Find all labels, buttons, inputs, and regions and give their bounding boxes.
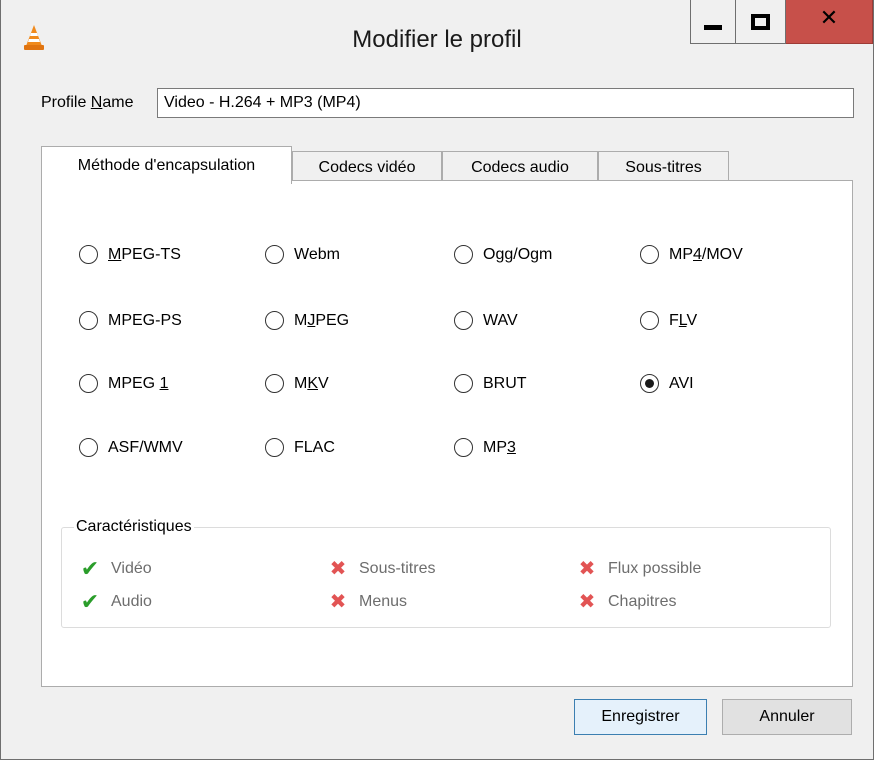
radio-webm[interactable]: Webm xyxy=(265,245,340,264)
feature-label: Vidéo xyxy=(111,560,152,577)
radio-label-text: M xyxy=(294,374,308,392)
radio-label-mnemonic: 4 xyxy=(693,245,702,263)
radio-label: MJPEG xyxy=(294,312,349,330)
minimize-button[interactable] xyxy=(690,0,736,44)
feature-menus: ✖ Menus xyxy=(327,591,407,613)
radio-wav[interactable]: WAV xyxy=(454,311,518,330)
minimize-icon xyxy=(704,25,722,30)
profile-name-label-part: ame xyxy=(102,94,134,111)
radio-label: AVI xyxy=(669,374,694,392)
radio-circle xyxy=(265,438,284,457)
radio-mkv[interactable]: MKV xyxy=(265,374,329,393)
feature-label: Flux possible xyxy=(608,560,702,577)
radio-circle xyxy=(640,311,659,330)
radio-mpeg-1[interactable]: MPEG 1 xyxy=(79,374,168,393)
radio-label: ASF/WMV xyxy=(108,438,183,456)
radio-mpeg-ts[interactable]: MPEG-TS xyxy=(79,245,181,264)
feature-label: Chapitres xyxy=(608,593,677,610)
radio-circle xyxy=(79,438,98,457)
radio-label-mnemonic: L xyxy=(678,311,687,329)
radio-label-mnemonic: 3 xyxy=(507,438,516,456)
radio-label-mnemonic: K xyxy=(307,374,318,392)
profile-name-input[interactable] xyxy=(157,88,854,118)
feature-audio: ✔ Audio xyxy=(79,591,152,613)
cross-icon: ✖ xyxy=(578,558,596,580)
radio-mp4[interactable]: MP4/MOV xyxy=(640,245,743,264)
profile-name-label-mnemonic: N xyxy=(90,94,103,111)
features-group-title: Caractéristiques xyxy=(74,518,194,536)
radio-mpeg-ps[interactable]: MPEG-PS xyxy=(79,311,182,330)
save-button[interactable]: Enregistrer xyxy=(574,699,707,735)
close-icon: ✕ xyxy=(819,5,839,31)
radio-label: MPEG-TS xyxy=(108,246,181,264)
radio-circle xyxy=(265,245,284,264)
radio-circle xyxy=(79,374,98,393)
radio-circle xyxy=(265,374,284,393)
feature-subtitles: ✖ Sous-titres xyxy=(327,558,436,580)
features-group xyxy=(61,527,831,628)
radio-label-text: M xyxy=(294,311,308,329)
feature-video: ✔ Vidéo xyxy=(79,558,152,580)
radio-flac[interactable]: FLAC xyxy=(265,438,335,457)
radio-label: WAV xyxy=(483,311,518,329)
profile-name-label: Profile Name xyxy=(41,94,133,112)
radio-circle xyxy=(454,438,473,457)
profile-name-label-part: Profile xyxy=(41,94,91,111)
check-icon: ✔ xyxy=(80,556,100,581)
maximize-icon xyxy=(751,13,770,30)
radio-label-text: MP xyxy=(669,245,693,263)
radio-mjpeg[interactable]: MJPEG xyxy=(265,311,349,330)
radio-flv[interactable]: FLV xyxy=(640,311,697,330)
feature-label: Menus xyxy=(359,593,408,610)
check-icon: ✔ xyxy=(80,589,100,614)
radio-label-text: PEG-TS xyxy=(121,245,181,263)
radio-label: Webm xyxy=(294,245,340,263)
close-button[interactable]: ✕ xyxy=(786,0,873,44)
radio-label-text: V xyxy=(318,374,329,392)
radio-circle-checked xyxy=(640,374,659,393)
cancel-button[interactable]: Annuler xyxy=(722,699,852,735)
radio-label: MP3 xyxy=(483,439,516,457)
radio-label-text: MPEG xyxy=(108,374,160,392)
radio-label: FLAC xyxy=(294,438,335,456)
radio-label-text: MP xyxy=(483,438,507,456)
radio-label: MKV xyxy=(294,375,329,393)
radio-label-text: V xyxy=(686,311,698,329)
radio-label: MPEG-PS xyxy=(108,311,182,329)
tab-encapsulation[interactable]: Méthode d'encapsulation xyxy=(41,146,292,184)
feature-streaming: ✖ Flux possible xyxy=(576,558,702,580)
radio-ogg[interactable]: Ogg/Ogm xyxy=(454,245,552,264)
radio-label-text: PEG xyxy=(315,311,350,329)
maximize-button[interactable] xyxy=(736,0,786,44)
title-bar[interactable]: Modifier le profil ✕ xyxy=(1,0,873,78)
radio-label: BRUT xyxy=(483,374,527,392)
radio-label-mnemonic: M xyxy=(108,245,122,263)
radio-label: MP4/MOV xyxy=(669,246,743,264)
feature-chapters: ✖ Chapitres xyxy=(576,591,677,613)
radio-label: FLV xyxy=(669,312,697,330)
radio-label: Ogg/Ogm xyxy=(483,245,553,263)
radio-label: MPEG 1 xyxy=(108,375,168,393)
radio-asf-wmv[interactable]: ASF/WMV xyxy=(79,438,183,457)
radio-mp3[interactable]: MP3 xyxy=(454,438,516,457)
radio-circle xyxy=(454,245,473,264)
radio-circle xyxy=(79,245,98,264)
radio-brut[interactable]: BRUT xyxy=(454,374,527,393)
cross-icon: ✖ xyxy=(329,558,347,580)
radio-circle xyxy=(640,245,659,264)
radio-label-text: /MOV xyxy=(701,245,743,263)
radio-circle xyxy=(79,311,98,330)
radio-avi[interactable]: AVI xyxy=(640,374,694,393)
radio-circle xyxy=(454,311,473,330)
radio-circle xyxy=(454,374,473,393)
profile-dialog: Modifier le profil ✕ Profile Name Méthod… xyxy=(0,0,874,760)
cross-icon: ✖ xyxy=(578,591,596,613)
feature-label: Sous-titres xyxy=(359,560,436,577)
radio-label-mnemonic: 1 xyxy=(159,374,169,392)
radio-label-text: F xyxy=(669,311,679,329)
cross-icon: ✖ xyxy=(329,591,347,613)
radio-circle xyxy=(265,311,284,330)
feature-label: Audio xyxy=(111,593,152,610)
